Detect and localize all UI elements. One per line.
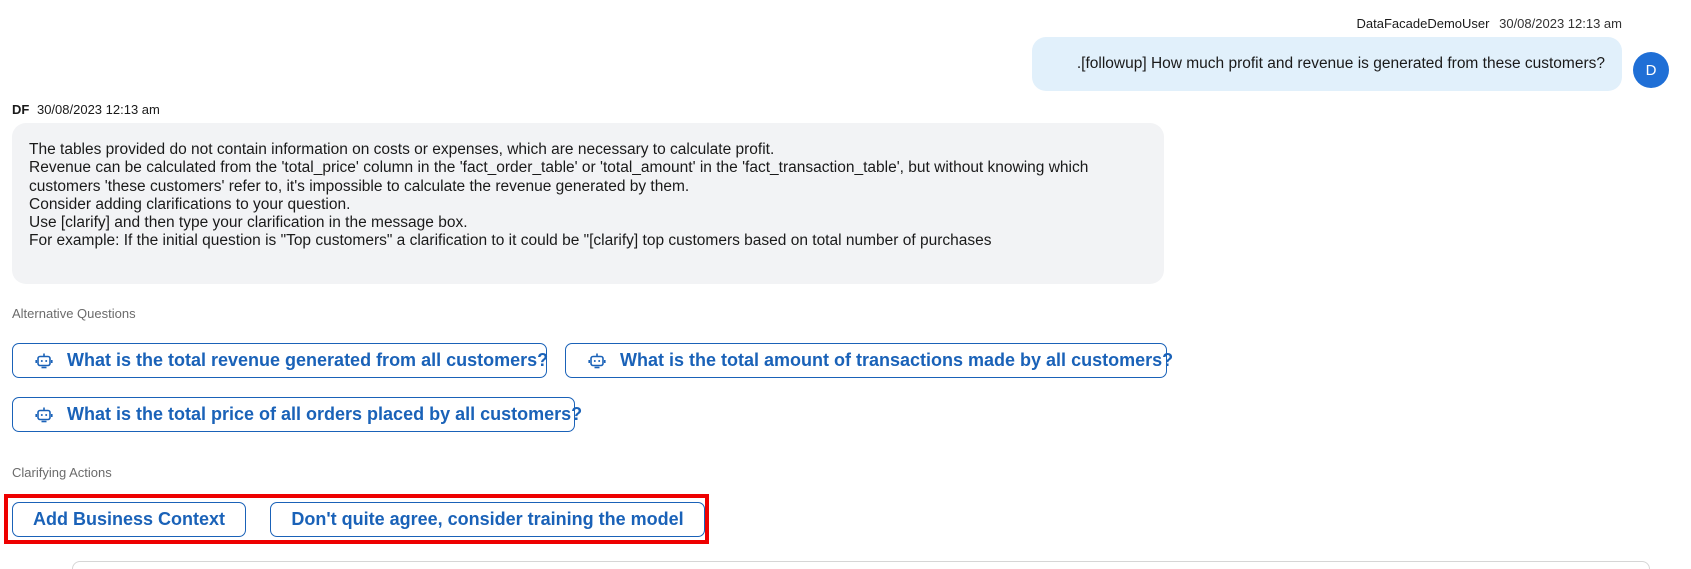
alternative-question-button-1[interactable]: What is the total revenue generated from… xyxy=(12,343,549,378)
alternative-question-text: What is the total price of all orders pl… xyxy=(67,404,583,424)
alternative-questions-label: Alternative Questions xyxy=(12,306,136,321)
robot-icon xyxy=(588,352,606,370)
user-message-bubble: .[followup] How much profit and revenue … xyxy=(1032,37,1622,91)
action-button-label: Don't quite agree, consider training the… xyxy=(291,509,684,529)
avatar-letter: D xyxy=(1645,61,1657,79)
train-model-button[interactable]: Don't quite agree, consider training the… xyxy=(270,502,705,537)
user-message-meta: DataFacadeDemoUser 30/08/2023 12:13 am xyxy=(1357,16,1622,31)
alternative-question-text: What is the total amount of transactions… xyxy=(620,350,1174,370)
user-name: DataFacadeDemoUser xyxy=(1356,16,1490,31)
bot-message-line: Revenue can be calculated from the 'tota… xyxy=(29,159,1089,177)
add-business-context-button[interactable]: Add Business Context xyxy=(12,502,246,537)
bot-message-line: Use [clarify] and then type your clarifi… xyxy=(29,214,468,232)
alternative-question-text: What is the total revenue generated from… xyxy=(67,350,549,370)
bot-message-line: Consider adding clarifications to your q… xyxy=(29,195,351,213)
user-message-timestamp: 30/08/2023 12:13 am xyxy=(1499,16,1622,31)
bot-message-line: customers 'these customers' refer to, it… xyxy=(29,177,690,195)
clarifying-actions-label: Clarifying Actions xyxy=(12,465,112,480)
message-composer[interactable] xyxy=(72,561,1650,569)
action-button-label: Add Business Context xyxy=(32,509,226,529)
bot-message-timestamp: 30/08/2023 12:13 am xyxy=(36,102,160,117)
bot-message-line: The tables provided do not contain infor… xyxy=(29,141,775,158)
user-message-text: .[followup] How much profit and revenue … xyxy=(1076,55,1605,72)
bot-name: DF xyxy=(12,102,30,117)
alternative-question-button-3[interactable]: What is the total price of all orders pl… xyxy=(12,397,582,432)
avatar: D xyxy=(1633,52,1669,88)
bot-message-line: For example: If the initial question is … xyxy=(29,232,992,250)
bot-message-meta: DF 30/08/2023 12:13 am xyxy=(12,102,160,117)
robot-icon xyxy=(35,406,53,424)
chat-canvas: DataFacadeDemoUser 30/08/2023 12:13 am .… xyxy=(0,0,1691,569)
bot-message-bubble: The tables provided do not contain infor… xyxy=(12,123,1164,284)
alternative-question-button-2[interactable]: What is the total amount of transactions… xyxy=(565,343,1173,378)
robot-icon xyxy=(35,352,53,370)
